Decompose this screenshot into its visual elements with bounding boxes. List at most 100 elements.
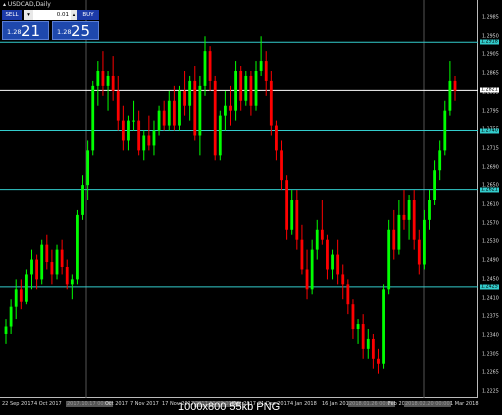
candle-body — [142, 135, 146, 151]
candle — [193, 66, 197, 141]
price-tick-label: 1.2225 — [482, 389, 499, 395]
candle-body — [392, 229, 396, 250]
candle — [178, 85, 181, 131]
candle — [402, 190, 406, 230]
price-tick-label: 1.2690 — [482, 165, 499, 171]
candle — [147, 115, 151, 151]
candle — [142, 130, 146, 161]
candle — [239, 66, 243, 111]
candle — [346, 279, 350, 315]
candle-body — [371, 338, 375, 359]
candle-body — [9, 306, 13, 327]
price-tick-label: 1.2410 — [482, 296, 499, 301]
candle-body — [433, 170, 436, 200]
candle — [234, 61, 238, 121]
price-tick-label: 1.2950 — [482, 34, 499, 40]
candle — [121, 105, 125, 151]
candle-body — [213, 80, 217, 156]
time-tick-label: 2018.02.20 00:00 — [404, 401, 451, 407]
candle-body — [422, 219, 426, 265]
candle — [264, 51, 268, 96]
candle-body — [346, 284, 350, 305]
sell-price-quote[interactable]: 1.28 21 — [2, 21, 49, 40]
candle-body — [50, 262, 54, 275]
candle-body — [101, 70, 105, 86]
candle — [366, 329, 370, 359]
candle — [371, 333, 375, 369]
candle — [244, 70, 248, 106]
candle-body — [60, 249, 64, 267]
candle-body — [65, 266, 69, 285]
candle — [96, 61, 100, 106]
candle-body — [121, 120, 125, 141]
candle — [315, 219, 319, 260]
candle — [305, 249, 309, 300]
candle-body — [264, 61, 268, 81]
buy-price-prefix: 1.28 — [57, 28, 72, 36]
price-level-tag: 1.2621 — [480, 187, 499, 193]
buy-button[interactable]: BUY — [77, 10, 99, 20]
price-tick-label: 1.2570 — [482, 221, 499, 227]
sell-price-prefix: 1.28 — [7, 28, 22, 36]
candle-body — [147, 135, 151, 146]
candle — [331, 249, 334, 280]
candle-body — [183, 90, 186, 106]
candle — [111, 56, 115, 101]
candle — [208, 46, 212, 91]
price-tick-label: 1.2985 — [482, 15, 499, 21]
chart-area[interactable] — [0, 0, 478, 398]
candle — [254, 61, 258, 111]
candle-body — [188, 80, 192, 106]
candle-body — [152, 130, 156, 146]
time-tick-label: 4 Jan 2018 — [290, 401, 317, 407]
price-axis[interactable]: 1.29851.29501.29051.28651.28351.27951.27… — [479, 0, 502, 398]
candle-body — [361, 324, 365, 349]
candle-body — [417, 239, 421, 265]
candle — [407, 195, 411, 240]
candle-body — [351, 304, 355, 330]
price-tick-label: 1.2530 — [482, 239, 499, 245]
candle — [438, 140, 442, 181]
price-tick-label: 1.2795 — [482, 109, 499, 114]
candle-body — [285, 180, 289, 230]
candle-body — [356, 324, 360, 330]
candle-body — [397, 214, 401, 250]
price-tick-label: 1.2265 — [482, 370, 499, 376]
candle-body — [81, 185, 84, 215]
candle — [50, 249, 54, 285]
candle — [387, 219, 391, 295]
candle — [127, 115, 130, 151]
lot-size-input[interactable]: 0.01 — [33, 10, 71, 20]
candle-body — [249, 75, 253, 106]
candle — [101, 51, 105, 96]
candle — [417, 229, 421, 275]
candle — [137, 110, 141, 156]
candle-body — [162, 110, 166, 126]
candle-body — [167, 100, 171, 126]
candle-body — [19, 289, 23, 302]
candle-body — [137, 120, 141, 151]
candlestick-chart[interactable] — [0, 0, 478, 398]
time-tick-label: 22 Sep 2017 — [2, 401, 34, 407]
candle — [356, 319, 360, 344]
candle-body — [127, 120, 130, 141]
candle-body — [106, 75, 110, 86]
candle — [448, 61, 452, 116]
candle-body — [387, 229, 391, 290]
candle-body — [239, 70, 243, 101]
candle — [172, 85, 176, 131]
candle-body — [290, 200, 294, 230]
buy-price-quote[interactable]: 1.28 25 — [52, 21, 99, 40]
candle — [351, 299, 355, 339]
candle-body — [76, 214, 79, 280]
candle-body — [428, 200, 431, 220]
sell-button[interactable]: SELL — [2, 10, 22, 20]
candle-body — [70, 279, 74, 285]
candle-body — [366, 338, 370, 349]
candle — [229, 85, 232, 126]
candle-body — [315, 229, 319, 250]
candle-body — [96, 70, 100, 86]
candle — [81, 175, 84, 220]
lot-decrease-button[interactable]: ▾ — [24, 10, 33, 20]
candle-body — [172, 100, 176, 126]
